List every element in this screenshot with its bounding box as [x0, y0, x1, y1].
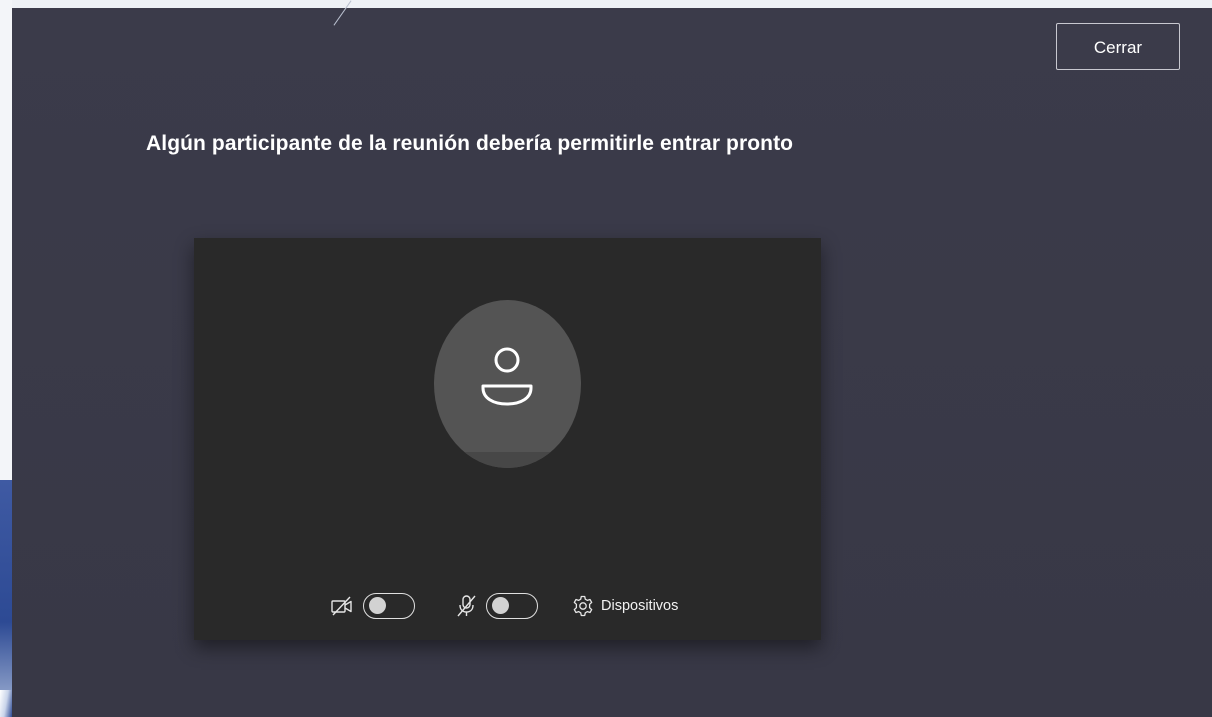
gear-icon [573, 595, 593, 617]
background-slide-corner [0, 690, 12, 717]
screen: Cerrar Algún participante de la reunión … [0, 0, 1212, 717]
lobby-window: Cerrar Algún participante de la reunión … [12, 0, 1212, 717]
camera-toggle[interactable] [363, 593, 415, 619]
mic-off-icon[interactable] [455, 594, 477, 618]
background-slide-accent [0, 480, 12, 717]
video-preview: Dispositivos [194, 238, 821, 640]
devices-label: Dispositivos [601, 598, 679, 614]
mic-toggle-knob [492, 597, 509, 614]
person-icon [481, 347, 533, 406]
close-button[interactable]: Cerrar [1056, 23, 1180, 70]
device-controls: Dispositivos [194, 588, 821, 622]
mic-toggle[interactable] [486, 593, 538, 619]
camera-toggle-knob [369, 597, 386, 614]
camera-off-icon[interactable] [330, 596, 354, 616]
lobby-message: Algún participante de la reunión debería… [146, 132, 794, 155]
avatar [434, 300, 581, 468]
background-line [333, 0, 352, 26]
avatar-shade [434, 452, 581, 468]
